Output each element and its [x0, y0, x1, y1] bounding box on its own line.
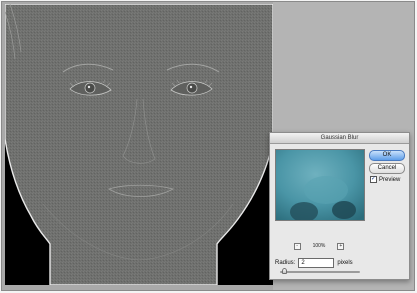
preview-label: Preview	[379, 176, 401, 183]
minus-icon[interactable]: -	[293, 242, 301, 250]
plus-icon[interactable]: +	[337, 242, 345, 250]
image-canvas[interactable]	[5, 4, 273, 285]
preview-image	[276, 150, 364, 220]
photoshop-window: Gaussian Blur - 100% + OK Cancel ✓ Previ…	[1, 1, 415, 291]
ok-button[interactable]: OK	[369, 150, 405, 161]
preview-toggle[interactable]: ✓ Preview	[370, 176, 400, 183]
radius-row: Radius: 2 pixels	[275, 258, 353, 268]
zoom-level: 100%	[312, 243, 326, 249]
blur-preview[interactable]	[275, 149, 365, 221]
dialog-title: Gaussian Blur	[270, 133, 409, 144]
radius-slider[interactable]	[280, 268, 360, 274]
radius-slider-thumb[interactable]	[282, 268, 287, 274]
gaussian-blur-dialog: Gaussian Blur - 100% + OK Cancel ✓ Previ…	[269, 132, 410, 280]
check-icon[interactable]: ✓	[370, 176, 377, 183]
radius-unit: pixels	[337, 260, 353, 266]
high-pass-portrait	[5, 4, 273, 285]
radius-label: Radius:	[275, 260, 296, 266]
cancel-button[interactable]: Cancel	[369, 163, 405, 174]
zoom-controls: - 100% +	[275, 242, 363, 250]
radius-input[interactable]: 2	[298, 258, 335, 268]
